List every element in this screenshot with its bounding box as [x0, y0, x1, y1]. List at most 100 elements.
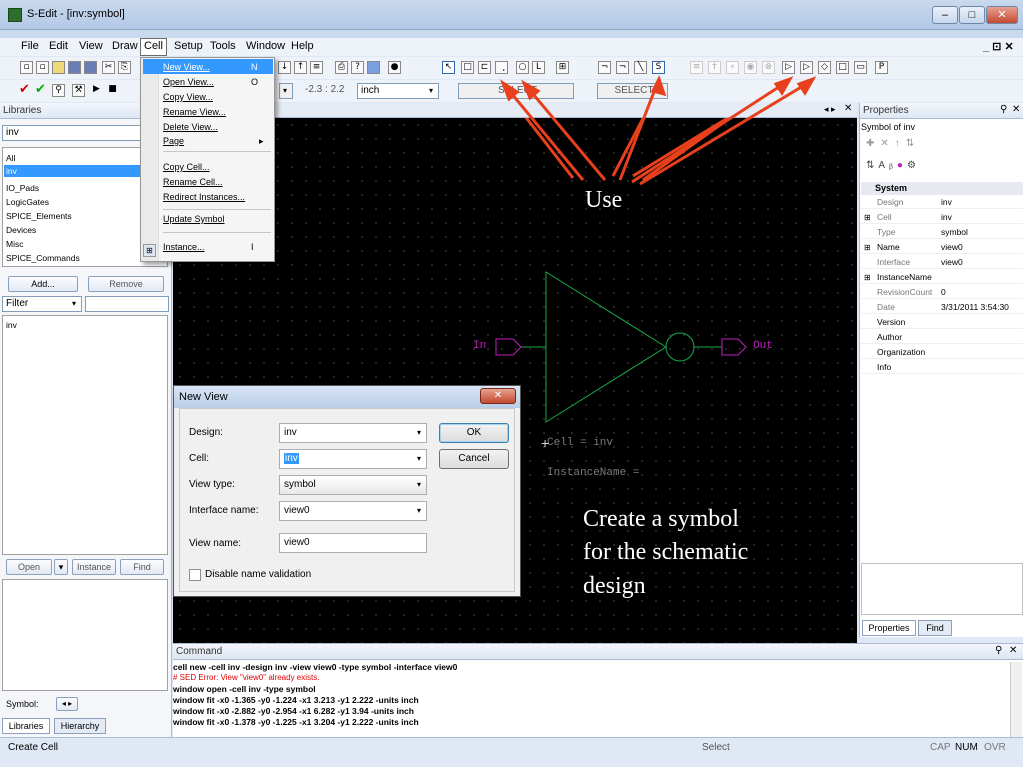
in-port-icon[interactable]: ▷ [782, 61, 795, 74]
menu-file[interactable]: File [18, 40, 42, 52]
wire-route-icon[interactable]: ¬ [598, 61, 611, 74]
remove-library-button[interactable]: Remove [88, 276, 164, 292]
design-select[interactable]: inv ▾ [279, 423, 427, 443]
help-icon[interactable]: ? [351, 61, 364, 74]
dialog-close-button[interactable]: ✕ [480, 388, 516, 404]
instance-button[interactable]: Instance [72, 559, 116, 575]
line-tool-icon[interactable]: ╲ [634, 61, 647, 74]
menu-item-copy-view[interactable]: Copy View... [163, 92, 213, 102]
library-item-logicgates[interactable]: LogicGates [4, 196, 162, 208]
bus-tool-icon[interactable]: S [652, 61, 665, 74]
maximize-button[interactable]: □ [959, 6, 985, 24]
save-all-icon[interactable] [84, 61, 97, 74]
command-pin-icon[interactable]: ⚲ [995, 645, 1002, 656]
check-green-icon[interactable]: ✔ [34, 83, 47, 97]
tree-icon[interactable]: ⚲ [52, 84, 65, 97]
expand-icon[interactable]: ⊞ [864, 271, 871, 284]
minimize-button[interactable]: – [932, 6, 958, 24]
property-row[interactable]: Organization [861, 346, 1023, 359]
command-close-icon[interactable]: ✕ [1009, 645, 1017, 656]
global-icon[interactable]: ◉ [744, 61, 757, 74]
select-field-left[interactable]: SELECT [458, 83, 574, 99]
symbol-scroll[interactable]: ◂ ▸ [56, 697, 78, 711]
library-item-misc[interactable]: Misc [4, 238, 162, 250]
menu-item-new-view[interactable]: New View... N [163, 62, 258, 72]
properties-toolbar-icons[interactable]: ✚✕↑⇅ [866, 138, 920, 149]
new-doc-icon[interactable]: ▫ [36, 61, 49, 74]
cell-item-inv[interactable]: inv [4, 319, 162, 331]
property-row[interactable]: Type symbol [861, 226, 1023, 239]
command-scrollbar[interactable] [1010, 662, 1022, 737]
zoom-dropdown[interactable]: ▾ [279, 83, 293, 99]
out-port-icon[interactable]: ▷ [800, 61, 813, 74]
tools-icon[interactable]: ⚒ [72, 84, 85, 97]
expand-icon[interactable]: ⊞ [864, 241, 871, 254]
library-item-all[interactable]: All [4, 152, 162, 164]
pin-icon[interactable]: † [708, 61, 721, 74]
close-button[interactable]: ✕ [986, 6, 1018, 24]
library-item-spice-elements[interactable]: SPICE_Elements [4, 210, 162, 222]
open-folder-icon[interactable] [52, 61, 65, 74]
check-red-icon[interactable]: ✔ [18, 83, 31, 97]
menu-draw[interactable]: Draw [109, 40, 141, 52]
tab-find[interactable]: Find [918, 620, 952, 636]
property-row[interactable]: Interface view0 [861, 256, 1023, 269]
interface-name-select[interactable]: view0 ▾ [279, 501, 427, 521]
import-icon[interactable]: ↓ [278, 61, 291, 74]
property-icon[interactable]: P [875, 61, 888, 74]
select-field-right[interactable]: SELECT [597, 83, 668, 99]
menu-tools[interactable]: Tools [207, 40, 239, 52]
filter-input[interactable] [85, 296, 169, 312]
property-row[interactable]: RevisionCount 0 [861, 286, 1023, 299]
print-icon[interactable]: ⎙ [335, 61, 348, 74]
circle-tool-icon[interactable]: ○ [516, 61, 529, 74]
menu-edit[interactable]: Edit [46, 40, 71, 52]
node-icon[interactable]: ∘ [726, 61, 739, 74]
menu-cell[interactable]: Cell [140, 38, 167, 56]
close-panel-icon[interactable]: ✕ [1012, 104, 1020, 115]
library-item-io-pads[interactable]: IO_Pads [4, 182, 162, 194]
property-row[interactable]: Date 3/31/2011 3:54:30 [861, 301, 1023, 314]
wire-tool-icon[interactable]: ٕ [495, 61, 508, 74]
tab-properties[interactable]: Properties [862, 620, 916, 636]
cancel-button[interactable]: Cancel [439, 449, 509, 469]
menu-window[interactable]: Window [243, 40, 288, 52]
tab-libraries[interactable]: Libraries [2, 718, 50, 734]
menu-item-rename-cell[interactable]: Rename Cell... [163, 177, 223, 187]
library-item-spice-commands[interactable]: SPICE_Commands [4, 252, 162, 264]
menu-setup[interactable]: Setup [171, 40, 206, 52]
library-item-devices[interactable]: Devices [4, 224, 162, 236]
cell-select[interactable]: inv ▾ [279, 449, 427, 469]
view-name-input[interactable]: view0 [279, 533, 427, 553]
open-cell-button[interactable]: Open [6, 559, 52, 575]
box-tool-icon[interactable]: □ [461, 61, 474, 74]
menu-item-rename-view[interactable]: Rename View... [163, 107, 226, 117]
mdi-controls[interactable]: _ ⊡ ✕ [980, 40, 1017, 53]
property-row[interactable]: Design inv [861, 196, 1023, 209]
property-row[interactable]: ⊞ Name view0 [861, 241, 1023, 254]
copy-icon[interactable]: ⎘ [118, 61, 131, 74]
add-library-button[interactable]: Add... [8, 276, 78, 292]
menu-item-open-view[interactable]: Open View... O [163, 77, 258, 87]
label-tool-icon[interactable]: L [532, 61, 545, 74]
menu-item-redirect-instances[interactable]: Redirect Instances... [163, 192, 245, 202]
ok-button[interactable]: OK [439, 423, 509, 443]
menu-item-copy-cell[interactable]: Copy Cell... [163, 162, 210, 172]
menu-item-delete-view[interactable]: Delete View... [163, 122, 218, 132]
library-item-inv[interactable]: inv [4, 165, 162, 177]
polygon-tool-icon[interactable]: ⊏ [478, 61, 491, 74]
tab-scroll-icon[interactable]: ◂ ▸ [824, 104, 836, 115]
ground-port-icon[interactable]: ▭ [854, 61, 867, 74]
run-icon[interactable]: ▶ [90, 84, 103, 97]
net-icon[interactable]: ⊗ [762, 61, 775, 74]
menu-help[interactable]: Help [288, 40, 317, 52]
properties-view-icons[interactable]: ⇅Aᵦ●⚙ [866, 160, 920, 171]
pin-panel-icon[interactable]: ⚲ [1000, 104, 1007, 115]
expand-icon[interactable]: ⊞ [864, 211, 871, 224]
menu-view[interactable]: View [76, 40, 106, 52]
new-icon[interactable]: ▫ [20, 61, 33, 74]
save-icon[interactable] [68, 61, 81, 74]
find-cell-button[interactable]: Find [120, 559, 164, 575]
disable-validation-checkbox[interactable] [189, 569, 201, 581]
simulate-icon[interactable] [367, 61, 380, 74]
